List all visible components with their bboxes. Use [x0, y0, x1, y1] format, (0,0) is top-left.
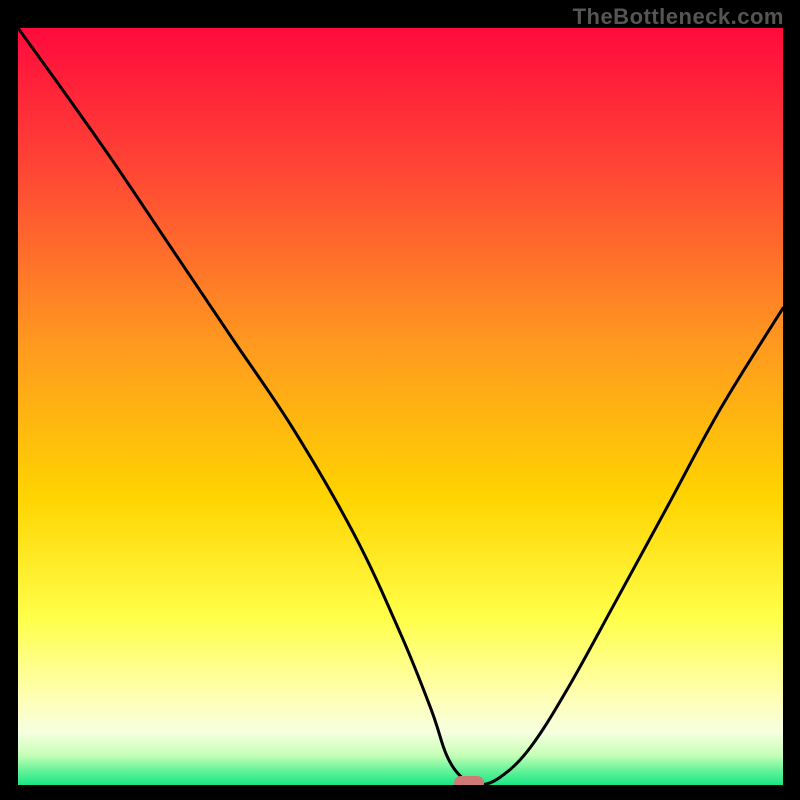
- chart-frame: TheBottleneck.com: [0, 0, 800, 800]
- watermark-text: TheBottleneck.com: [573, 4, 784, 30]
- chart-svg: [18, 28, 783, 785]
- gradient-background: [18, 28, 783, 785]
- minimum-marker: [454, 776, 484, 785]
- plot-area: [18, 28, 783, 785]
